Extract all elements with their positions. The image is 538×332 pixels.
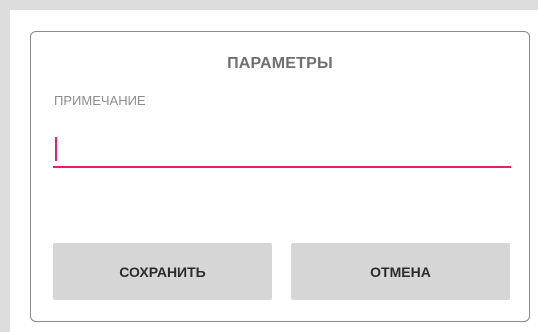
cancel-button[interactable]: ОТМЕНА <box>291 243 510 300</box>
parameters-dialog: ПАРАМЕТРЫ ПРИМЕЧАНИЕ СОХРАНИТЬ ОТМЕНА <box>30 31 530 322</box>
dialog-title: ПАРАМЕТРЫ <box>227 55 333 72</box>
save-button[interactable]: СОХРАНИТЬ <box>53 243 272 300</box>
text-cursor <box>55 137 57 161</box>
note-input[interactable] <box>53 130 511 168</box>
note-field-label: ПРИМЕЧАНИЕ <box>54 93 146 108</box>
